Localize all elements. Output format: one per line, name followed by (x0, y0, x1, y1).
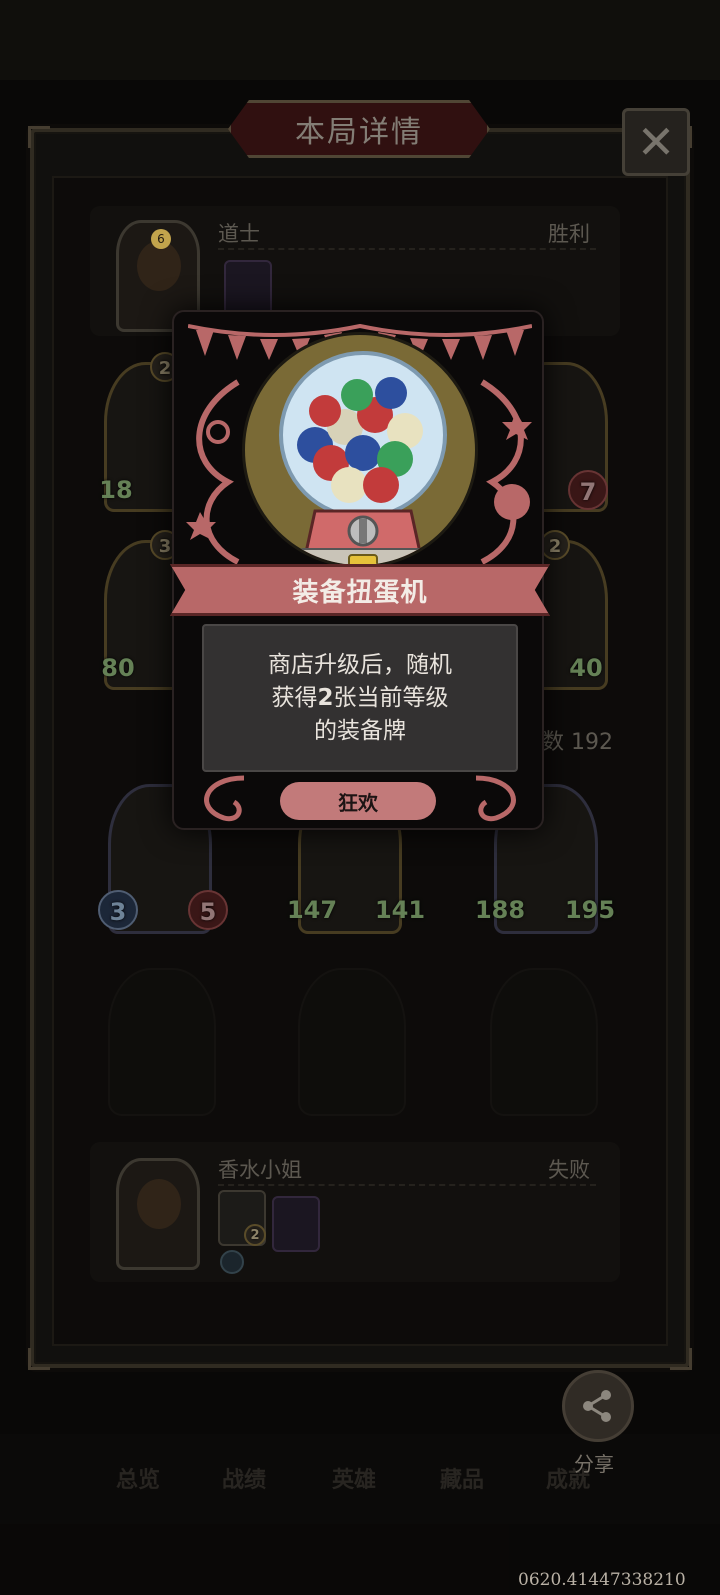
gumball-machine-icon (279, 351, 447, 565)
card-description: 商店升级后，随机 获得2张当前等级 的装备牌 (202, 624, 518, 772)
description-line: 的装备牌 (314, 717, 406, 744)
description-line: 获得 (271, 684, 318, 711)
swirl-decoration (475, 775, 516, 822)
card-tag: 狂欢 (280, 782, 436, 820)
watermark: 0620.41447338210 (518, 1570, 686, 1590)
level-badge: 6 (151, 229, 171, 249)
description-line: 商店升级后，随机 (268, 651, 452, 678)
description-line: 张当前等级 (333, 684, 449, 711)
card-title-banner: 装备扭蛋机 (170, 564, 550, 616)
card-tag-label: 狂欢 (338, 790, 378, 815)
card-detail-popup: 装备扭蛋机 商店升级后，随机 获得2张当前等级 的装备牌 狂欢 (170, 310, 550, 830)
swirl-decoration (186, 379, 240, 565)
swirl-decoration (480, 379, 532, 565)
card-art (242, 332, 478, 568)
description-number: 2 (317, 684, 334, 711)
swirl-decoration (204, 775, 245, 822)
card-title: 装备扭蛋机 (292, 577, 428, 608)
